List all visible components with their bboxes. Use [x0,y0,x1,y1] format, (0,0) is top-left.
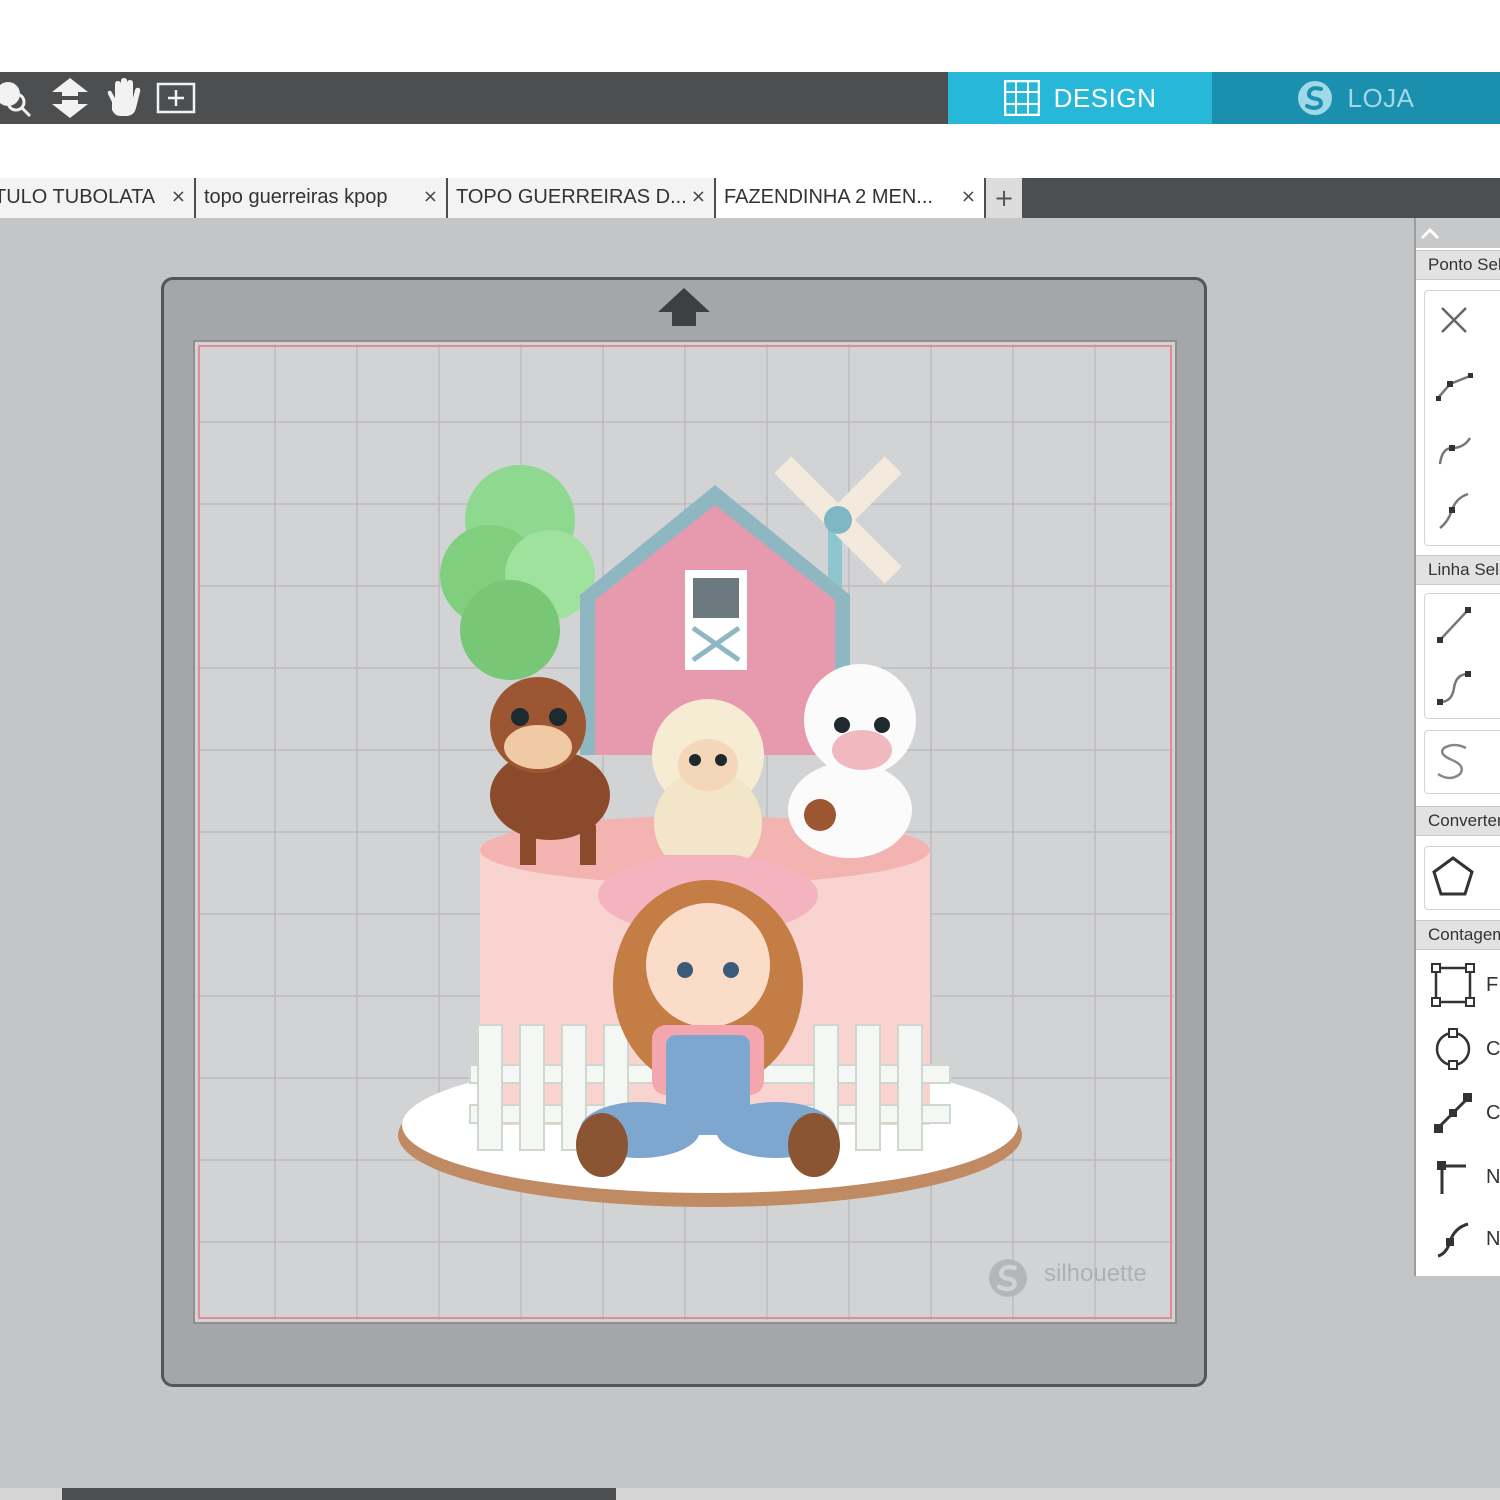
polygon-convert-icon[interactable] [1428,852,1478,902]
delete-point-icon[interactable] [1428,296,1478,346]
silhouette-logo-icon [1298,81,1333,115]
tab-topo-guerreiras-d[interactable]: TOPO GUERREIRAS D... × [448,178,716,218]
panel-collapse-button[interactable] [1416,218,1500,248]
section-convert: Converter [1416,806,1500,836]
node-curve-icon[interactable] [1428,1214,1478,1264]
tab-close-button[interactable]: × [423,186,438,207]
contour-item-label: C [1486,1102,1500,1124]
title-area [0,0,1500,72]
tab-label: topo guerreiras kpop [204,186,388,208]
smooth-point-icon[interactable] [1428,424,1478,474]
tab-close-button[interactable]: × [961,186,976,207]
grid-icon [1003,80,1040,116]
tab-label: FAZENDINHA 2 MEN... [724,186,933,208]
document-tab-bar: TULO TUBOLATA × topo guerreiras kpop × T… [0,178,1500,218]
horizontal-scrollbar[interactable] [0,1488,1500,1500]
contour-item-label: N [1486,1166,1500,1188]
pan-hand-icon[interactable] [100,76,144,120]
tab-topo-guerreiras-kpop[interactable]: topo guerreiras kpop × [196,178,448,218]
ribbon-area [0,124,1500,178]
farm-cake-topper-illustration[interactable] [390,425,1030,1225]
symmetric-point-icon[interactable] [1428,486,1478,536]
silhouette-watermark-icon [988,1258,1028,1298]
design-mode-label: DESIGN [1053,82,1157,113]
design-mode-button[interactable]: DESIGN [948,72,1212,124]
section-selected-point: Ponto Sel [1416,250,1500,280]
contour-item-label: F [1486,974,1499,996]
contour-item-label: C [1486,1038,1500,1060]
add-tab-button[interactable]: + [986,178,1022,218]
feed-down-icon[interactable] [48,76,92,120]
chevron-up-icon [1420,227,1440,240]
store-mode-button[interactable]: LOJA [1212,72,1500,124]
scrollbar-thumb[interactable] [62,1488,616,1500]
node-corner-icon[interactable] [1428,1152,1478,1202]
tab-fazendinha-active[interactable]: FAZENDINHA 2 MEN... × [716,178,986,218]
curve-line-icon[interactable] [1428,662,1478,712]
bounding-box-icon[interactable] [1428,960,1478,1010]
tab-close-button[interactable]: × [171,186,186,207]
zoom-select-icon[interactable] [0,76,36,120]
s-curve-icon[interactable] [1428,736,1478,786]
fit-page-icon[interactable] [154,76,198,120]
feed-up-arrow-icon [656,286,712,330]
tab-close-button[interactable]: × [691,186,706,207]
straight-line-icon[interactable] [1428,600,1478,650]
contour-item-label: N [1486,1228,1500,1250]
tab-tulo-tubolata[interactable]: TULO TUBOLATA × [0,178,196,218]
circle-node-icon[interactable] [1428,1024,1478,1074]
tab-label: TOPO GUERREIRAS D... [456,186,687,208]
diagonal-line-icon[interactable] [1428,1088,1478,1138]
store-mode-label: LOJA [1347,82,1415,113]
silhouette-watermark-text: silhouette [1044,1260,1147,1287]
section-selected-line: Linha Sel [1416,555,1500,585]
section-contour: Contagem [1416,920,1500,950]
main-toolbar: DESIGN LOJA [0,72,1500,124]
corner-point-icon[interactable] [1428,360,1478,410]
tab-label: TULO TUBOLATA [0,186,156,208]
